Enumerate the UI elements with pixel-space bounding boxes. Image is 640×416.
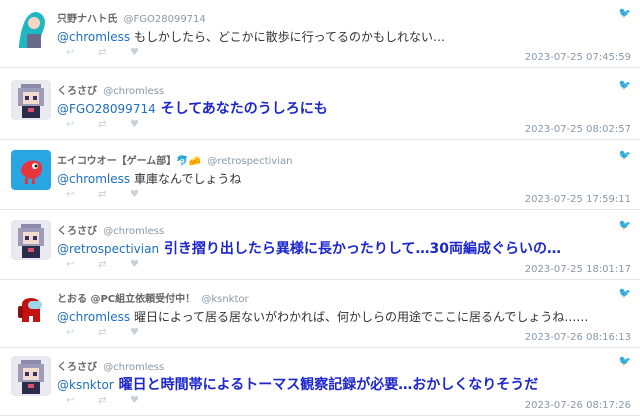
author-name[interactable]: くろさび	[57, 226, 97, 237]
retweet-icon[interactable]: ⇄	[98, 119, 130, 130]
tweet-text: @ksnktor 曜日と時間帯によるトーマス観察記録が必要…おかしくなりそうだ	[57, 374, 538, 394]
author-handle[interactable]: @retrospectivian	[207, 156, 292, 167]
tweet-header: くろさび @chromless	[57, 82, 164, 97]
reply-mention[interactable]: @retrospectivian	[57, 242, 159, 256]
author-name[interactable]: くろさび	[57, 362, 97, 373]
tweet-actions: ↩ ⇄ ♥	[66, 119, 162, 130]
avatar[interactable]	[11, 150, 51, 190]
reply-mention[interactable]: @chromless	[57, 172, 130, 186]
tweet-actions: ↩ ⇄ ♥	[66, 395, 162, 406]
tweet-text: @chromless 車庫なんでしょうね	[57, 170, 241, 187]
twitter-bird-icon[interactable]: 🐦	[619, 150, 631, 161]
author-name[interactable]: 只野ナハト氏	[57, 14, 117, 25]
reply-icon[interactable]: ↩	[66, 47, 98, 58]
reply-mention[interactable]: @FGO28099714	[57, 102, 156, 116]
tweet-row[interactable]: くろさび @chromless @FGO28099714 そしてあなたのうしろに…	[0, 72, 640, 140]
author-handle[interactable]: @FGO28099714	[124, 14, 206, 25]
reply-icon[interactable]: ↩	[66, 395, 98, 406]
tweet-message: 曜日によって居る居ないがわかれば、何かしらの用途でここに居るんでしょうね……	[133, 310, 589, 324]
avatar[interactable]	[11, 356, 51, 396]
twitter-bird-icon[interactable]: 🐦	[619, 288, 631, 299]
author-name[interactable]: くろさび	[57, 86, 97, 97]
twitter-bird-icon[interactable]: 🐦	[619, 356, 631, 367]
tweet-row[interactable]: くろさび @chromless @retrospectivian 引き摺り出した…	[0, 212, 640, 280]
avatar[interactable]	[11, 220, 51, 260]
tweet-header: くろさび @chromless	[57, 358, 164, 373]
author-name[interactable]: とおる @PC組立依頼受付中！	[57, 294, 195, 305]
retweet-icon[interactable]: ⇄	[98, 47, 130, 58]
tweet-text: @chromless もしかしたら、どこかに散歩に行ってるのかもしれない…	[57, 28, 445, 45]
avatar[interactable]	[11, 80, 51, 120]
tweet-header: とおる @PC組立依頼受付中！ @ksnktor	[57, 290, 249, 305]
tweet-feed: 只野ナハト氏 @FGO28099714 @chromless もしかしたら、どこ…	[0, 0, 640, 416]
heart-icon[interactable]: ♥	[130, 327, 162, 338]
twitter-bird-icon[interactable]: 🐦	[619, 220, 631, 231]
avatar[interactable]	[11, 8, 51, 48]
twitter-bird-icon[interactable]: 🐦	[619, 8, 631, 19]
tweet-actions: ↩ ⇄ ♥	[66, 327, 162, 338]
tweet-timestamp[interactable]: 2023-07-25 07:45:59	[525, 52, 631, 63]
tweet-row[interactable]: とおる @PC組立依頼受付中！ @ksnktor @chromless 曜日によ…	[0, 280, 640, 348]
tweet-message: 引き摺り出したら異様に長かったりして…30両編成ぐらいの…	[163, 241, 561, 257]
tweet-row[interactable]: 只野ナハト氏 @FGO28099714 @chromless もしかしたら、どこ…	[0, 0, 640, 68]
reply-mention[interactable]: @chromless	[57, 30, 130, 44]
heart-icon[interactable]: ♥	[130, 47, 162, 58]
tweet-header: くろさび @chromless	[57, 222, 164, 237]
tweet-message: 車庫なんでしょうね	[133, 172, 242, 186]
heart-icon[interactable]: ♥	[130, 395, 162, 406]
reply-icon[interactable]: ↩	[66, 259, 98, 270]
tweet-row[interactable]: くろさび @chromless @ksnktor 曜日と時間帯によるトーマス観察…	[0, 348, 640, 416]
tweet-text: @FGO28099714 そしてあなたのうしろにも	[57, 98, 328, 118]
tweet-header: 只野ナハト氏 @FGO28099714	[57, 10, 206, 25]
tweet-header: エイコウオー【ゲーム部】🐬🧀 @retrospectivian	[57, 152, 292, 167]
author-handle[interactable]: @chromless	[103, 362, 164, 373]
tweet-message: 曜日と時間帯によるトーマス観察記録が必要…おかしくなりそうだ	[118, 377, 539, 393]
tweet-timestamp[interactable]: 2023-07-25 18:01:17	[525, 264, 631, 275]
author-handle[interactable]: @chromless	[103, 226, 164, 237]
reply-icon[interactable]: ↩	[66, 327, 98, 338]
tweet-timestamp[interactable]: 2023-07-26 08:17:26	[525, 400, 631, 411]
tweet-timestamp[interactable]: 2023-07-26 08:16:13	[525, 332, 631, 343]
heart-icon[interactable]: ♥	[130, 189, 162, 200]
tweet-actions: ↩ ⇄ ♥	[66, 189, 162, 200]
avatar[interactable]	[11, 288, 51, 328]
tweet-message: もしかしたら、どこかに散歩に行ってるのかもしれない…	[133, 30, 445, 44]
author-handle[interactable]: @ksnktor	[201, 294, 248, 305]
tweet-timestamp[interactable]: 2023-07-25 17:59:11	[525, 194, 631, 205]
heart-icon[interactable]: ♥	[130, 259, 162, 270]
tweet-text: @retrospectivian 引き摺り出したら異様に長かったりして…30両編…	[57, 238, 561, 258]
retweet-icon[interactable]: ⇄	[98, 259, 130, 270]
author-handle[interactable]: @chromless	[103, 86, 164, 97]
retweet-icon[interactable]: ⇄	[98, 327, 130, 338]
heart-icon[interactable]: ♥	[130, 119, 162, 130]
tweet-text: @chromless 曜日によって居る居ないがわかれば、何かしらの用途でここに居…	[57, 308, 588, 325]
author-name[interactable]: エイコウオー【ゲーム部】🐬🧀	[57, 156, 201, 167]
reply-mention[interactable]: @chromless	[57, 310, 130, 324]
tweet-actions: ↩ ⇄ ♥	[66, 259, 162, 270]
reply-icon[interactable]: ↩	[66, 189, 98, 200]
reply-icon[interactable]: ↩	[66, 119, 98, 130]
tweet-row[interactable]: エイコウオー【ゲーム部】🐬🧀 @retrospectivian @chromle…	[0, 142, 640, 210]
retweet-icon[interactable]: ⇄	[98, 395, 130, 406]
twitter-bird-icon[interactable]: 🐦	[619, 80, 631, 91]
tweet-message: そしてあなたのうしろにも	[160, 101, 328, 117]
tweet-timestamp[interactable]: 2023-07-25 08:02:57	[525, 124, 631, 135]
reply-mention[interactable]: @ksnktor	[57, 378, 114, 392]
tweet-actions: ↩ ⇄ ♥	[66, 47, 162, 58]
retweet-icon[interactable]: ⇄	[98, 189, 130, 200]
